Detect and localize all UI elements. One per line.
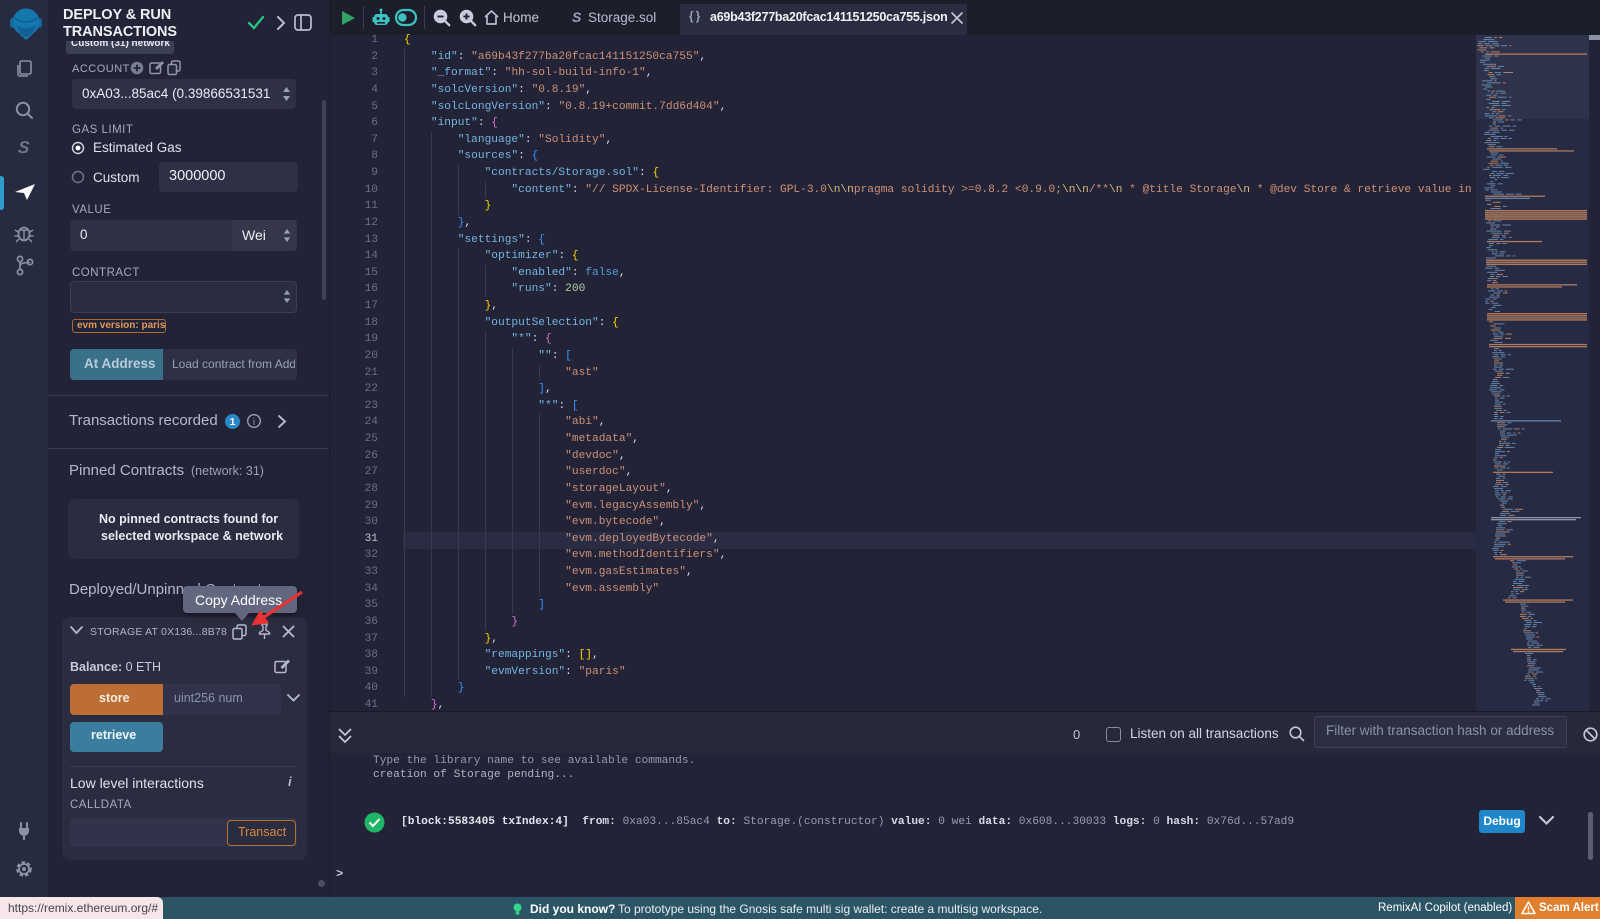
svg-text:1: 1 <box>230 416 236 428</box>
svg-text:i: i <box>253 417 256 427</box>
